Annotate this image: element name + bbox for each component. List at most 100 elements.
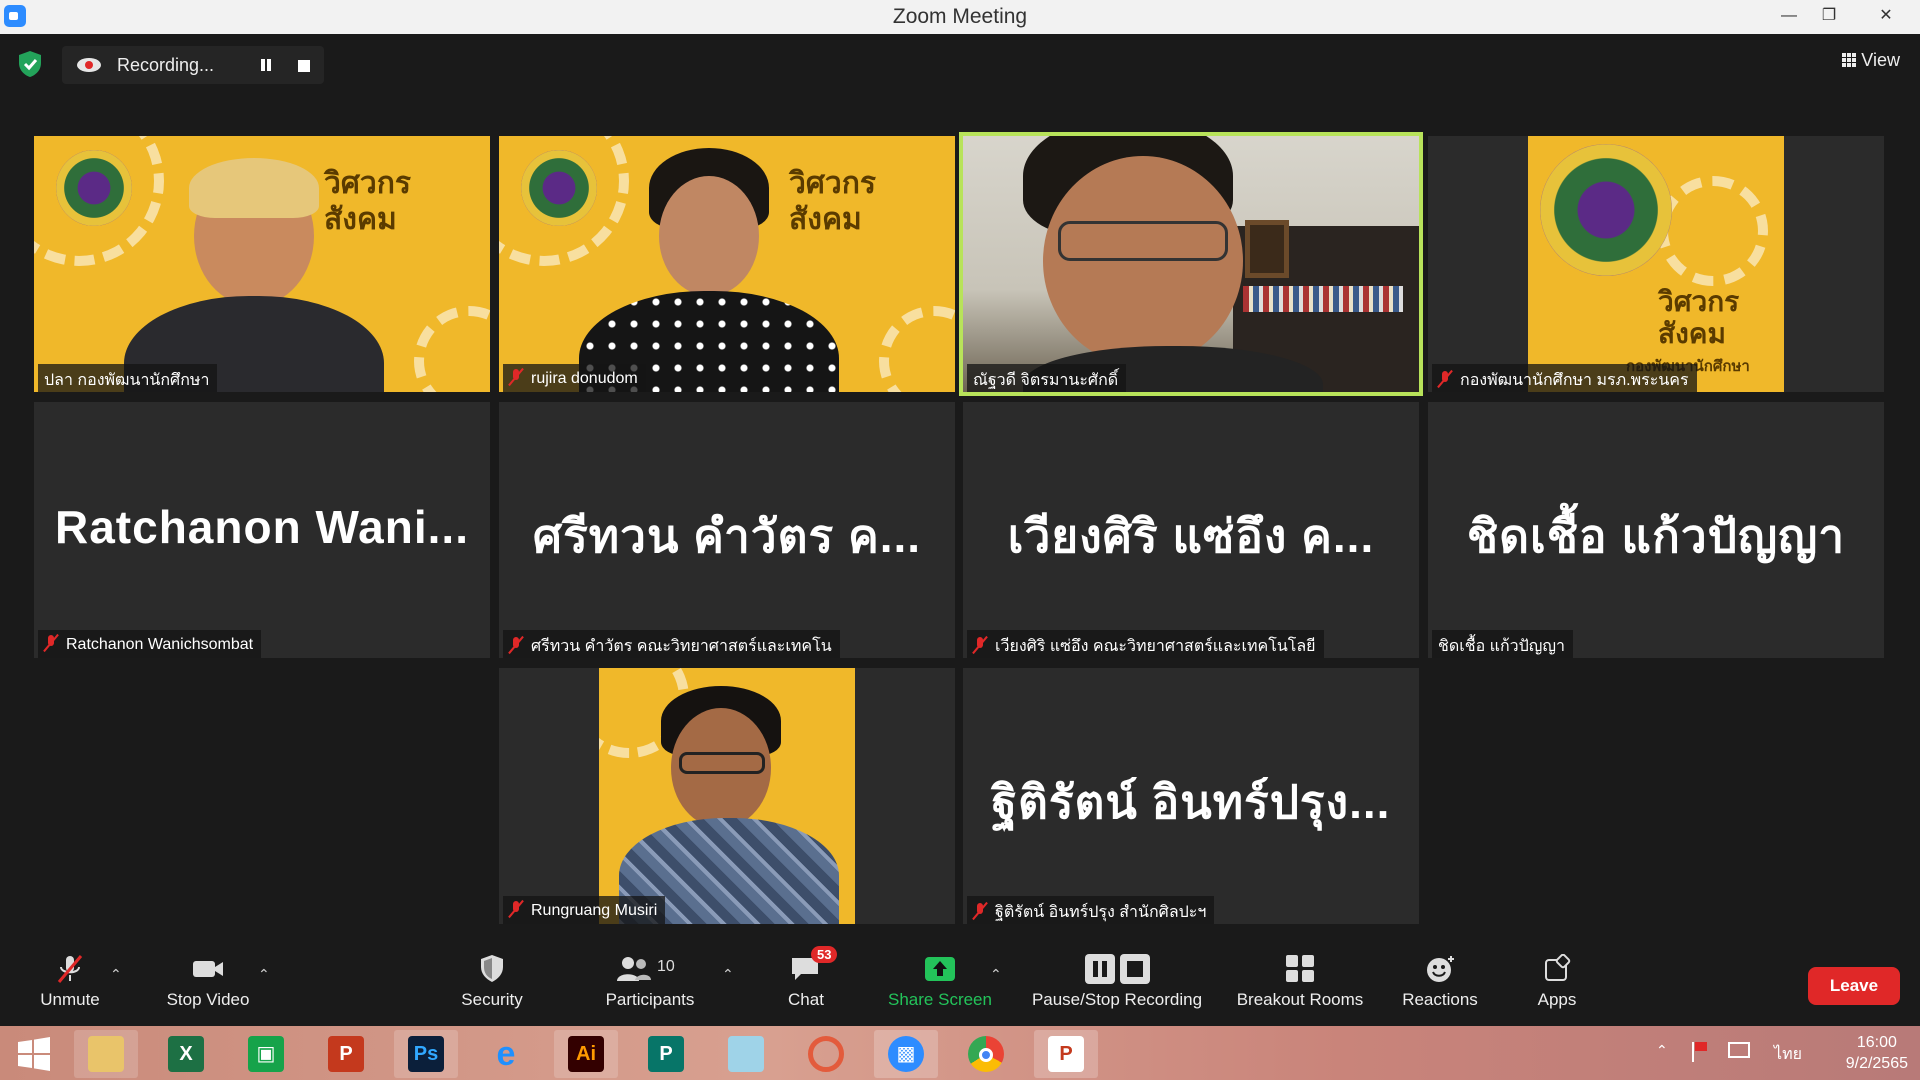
video-tile-pla[interactable]: วิศวกร สังคม ปลา กองพัฒนานักศึกษา bbox=[34, 136, 490, 392]
start-button[interactable] bbox=[2, 1030, 66, 1078]
taskbar-excel[interactable]: X bbox=[154, 1030, 218, 1078]
breakout-rooms-button[interactable]: Breakout Rooms bbox=[1230, 954, 1370, 1010]
system-clock[interactable]: 16:00 9/2/2565 bbox=[1846, 1032, 1908, 1074]
participant-name: ฐิติรัตน์ อินทร์ปรุง สำนักศิลปะฯ bbox=[995, 904, 1207, 921]
security-label: Security bbox=[461, 990, 523, 1009]
flag-shape bbox=[1695, 1042, 1707, 1051]
participants-icon-group: 10 bbox=[615, 954, 685, 984]
encryption-shield-icon[interactable] bbox=[17, 50, 43, 78]
banner-line1: วิศวกร bbox=[1658, 286, 1740, 317]
name-tile-wiangsiri[interactable]: เวียงศิริ แซ่อึง ค... เวียงศิริ แซ่อึง ค… bbox=[963, 402, 1419, 658]
participants-icon bbox=[617, 957, 651, 981]
participants-button[interactable]: 10 Participants bbox=[598, 954, 702, 1010]
muted-mic-icon bbox=[973, 636, 987, 654]
banner-line1: วิศวกร bbox=[789, 167, 877, 200]
network-icon[interactable] bbox=[1728, 1042, 1750, 1058]
reactions-label: Reactions bbox=[1402, 990, 1478, 1009]
name-tile-chidchuea[interactable]: ชิดเชื้อ แก้วปัญญา ชิดเชื้อ แก้วปัญญา bbox=[1428, 402, 1884, 658]
participant-face bbox=[659, 176, 759, 296]
participant-display-name: ฐิติรัตน์ อินทร์ปรุง... bbox=[991, 776, 1391, 828]
restore-button[interactable]: ❐ bbox=[1808, 0, 1850, 34]
pause-stop-recording-button[interactable]: Pause/Stop Recording bbox=[1022, 954, 1212, 1010]
show-hidden-icons-chevron-icon[interactable]: ⌃ bbox=[1656, 1042, 1670, 1058]
taskbar-publisher[interactable]: P bbox=[634, 1030, 698, 1078]
minimize-button[interactable]: — bbox=[1768, 0, 1810, 34]
illustrator-icon: Ai bbox=[568, 1036, 604, 1072]
participant-name: ศรีทวน คำวัตร คณะวิทยาศาสตร์และเทคโน bbox=[531, 638, 832, 655]
taskbar-zoom[interactable]: ▩ bbox=[874, 1030, 938, 1078]
view-button[interactable]: View bbox=[1842, 50, 1900, 71]
participant-name-label: Ratchanon Wanichsombat bbox=[38, 630, 262, 658]
excel-icon: X bbox=[168, 1036, 204, 1072]
participant-name-label: ณัฐวดี จิตรมานะศักดิ์ bbox=[967, 364, 1127, 392]
pause-stop-recording-label: Pause/Stop Recording bbox=[1031, 990, 1203, 1009]
action-center-flag-icon[interactable] bbox=[1692, 1042, 1710, 1062]
title-bar: Zoom Meeting — ❐ ✕ bbox=[0, 0, 1920, 34]
taskbar-illustrator[interactable]: Ai bbox=[554, 1030, 618, 1078]
name-tile-srithuan[interactable]: ศรีทวน คำวัตร ค... ศรีทวน คำวัตร คณะวิทย… bbox=[499, 402, 955, 658]
stop-recording-icon[interactable] bbox=[298, 60, 310, 72]
internet-explorer-icon: e bbox=[496, 1035, 516, 1073]
participant-glasses bbox=[1058, 221, 1228, 261]
taskbar-chrome[interactable] bbox=[954, 1030, 1018, 1078]
taskbar-photoshop[interactable]: Ps bbox=[394, 1030, 458, 1078]
taskbar-powerpoint[interactable]: P bbox=[314, 1030, 378, 1078]
participant-name-label: เวียงศิริ แซ่อึง คณะวิทยาศาสตร์และเทคโนโ… bbox=[967, 630, 1324, 658]
security-button[interactable]: Security bbox=[452, 954, 532, 1010]
reactions-smiley-icon bbox=[1427, 956, 1454, 982]
shared-logo-image: วิศวกรสังคม กองพัฒนานักศึกษา bbox=[1528, 136, 1784, 392]
participant-name-label: ปลา กองพัฒนานักศึกษา bbox=[38, 364, 218, 392]
cloud-recording-icon bbox=[77, 58, 101, 72]
share-screen-icon bbox=[925, 957, 955, 981]
meeting-top-bar: Recording... View bbox=[0, 34, 1920, 96]
video-tile-active-speaker[interactable]: ณัฐวดี จิตรมานะศักดิ์ bbox=[959, 132, 1423, 396]
picture-frame bbox=[1245, 220, 1289, 278]
share-screen-button[interactable]: Share Screen bbox=[880, 954, 1000, 1010]
chat-button[interactable]: 53 Chat bbox=[768, 946, 844, 1010]
participants-label: Participants bbox=[605, 990, 695, 1009]
participant-name-label: กองพัฒนานักศึกษา มรภ.พระนคร bbox=[1432, 364, 1697, 392]
chrome-icon bbox=[968, 1036, 1004, 1072]
muted-mic-icon bbox=[509, 900, 523, 918]
share-options-chevron-icon[interactable]: ⌃ bbox=[990, 966, 1002, 983]
clock-date: 9/2/2565 bbox=[1845, 1055, 1908, 1072]
apps-label: Apps bbox=[1537, 990, 1577, 1009]
zoom-icon: ▩ bbox=[888, 1036, 924, 1072]
taskbar-powerpoint-viewer[interactable]: P bbox=[1034, 1030, 1098, 1078]
close-button[interactable]: ✕ bbox=[1862, 0, 1910, 34]
participant-name: กองพัฒนานักศึกษา มรภ.พระนคร bbox=[1460, 372, 1689, 389]
participant-name: ชิดเชื้อ แก้วปัญญา bbox=[1438, 638, 1566, 655]
muted-mic-icon bbox=[973, 902, 987, 920]
recording-controls-icon bbox=[1082, 954, 1152, 984]
video-tile-student-affairs[interactable]: วิศวกรสังคม กองพัฒนานักศึกษา กองพัฒนานัก… bbox=[1428, 136, 1884, 392]
participants-options-chevron-icon[interactable]: ⌃ bbox=[722, 966, 734, 983]
apps-button[interactable]: Apps bbox=[1522, 954, 1592, 1010]
audio-options-chevron-icon[interactable]: ⌃ bbox=[110, 966, 122, 983]
video-tile-rujira[interactable]: วิศวกร สังคม rujira donudom bbox=[499, 136, 955, 392]
video-tile-rungruang[interactable]: Rungruang Musiri bbox=[499, 668, 955, 924]
file-explorer-icon bbox=[88, 1036, 124, 1072]
unmute-button[interactable]: Unmute bbox=[30, 954, 110, 1010]
taskbar-file-explorer[interactable] bbox=[74, 1030, 138, 1078]
name-tile-ratchanon[interactable]: Ratchanon Wani... Ratchanon Wanichsombat bbox=[34, 402, 490, 658]
taskbar-store[interactable]: ▣ bbox=[234, 1030, 298, 1078]
pause-recording-icon[interactable] bbox=[258, 57, 274, 73]
share-screen-label: Share Screen bbox=[888, 990, 992, 1009]
participant-display-name: เวียงศิริ แซ่อึง ค... bbox=[1007, 510, 1375, 562]
banner-line2: สังคม bbox=[789, 203, 862, 236]
input-language[interactable]: ไทย bbox=[1774, 1042, 1802, 1067]
name-tile-thitirat[interactable]: ฐิติรัตน์ อินทร์ปรุง... ฐิติรัตน์ อินทร์… bbox=[963, 668, 1419, 924]
muted-mic-icon bbox=[1438, 370, 1452, 388]
participant-face bbox=[1043, 156, 1243, 366]
participants-count: 10 bbox=[657, 958, 675, 975]
stop-video-button[interactable]: Stop Video bbox=[160, 954, 256, 1010]
taskbar-photoscape[interactable] bbox=[794, 1030, 858, 1078]
muted-microphone-icon bbox=[57, 955, 83, 983]
video-options-chevron-icon[interactable]: ⌃ bbox=[258, 966, 270, 983]
university-seal bbox=[1540, 144, 1672, 276]
participant-name-label: Rungruang Musiri bbox=[503, 896, 666, 924]
taskbar-notepad[interactable] bbox=[714, 1030, 778, 1078]
leave-button[interactable]: Leave bbox=[1808, 967, 1900, 1005]
reactions-button[interactable]: Reactions bbox=[1394, 954, 1486, 1010]
taskbar-internet-explorer[interactable]: e bbox=[474, 1030, 538, 1078]
